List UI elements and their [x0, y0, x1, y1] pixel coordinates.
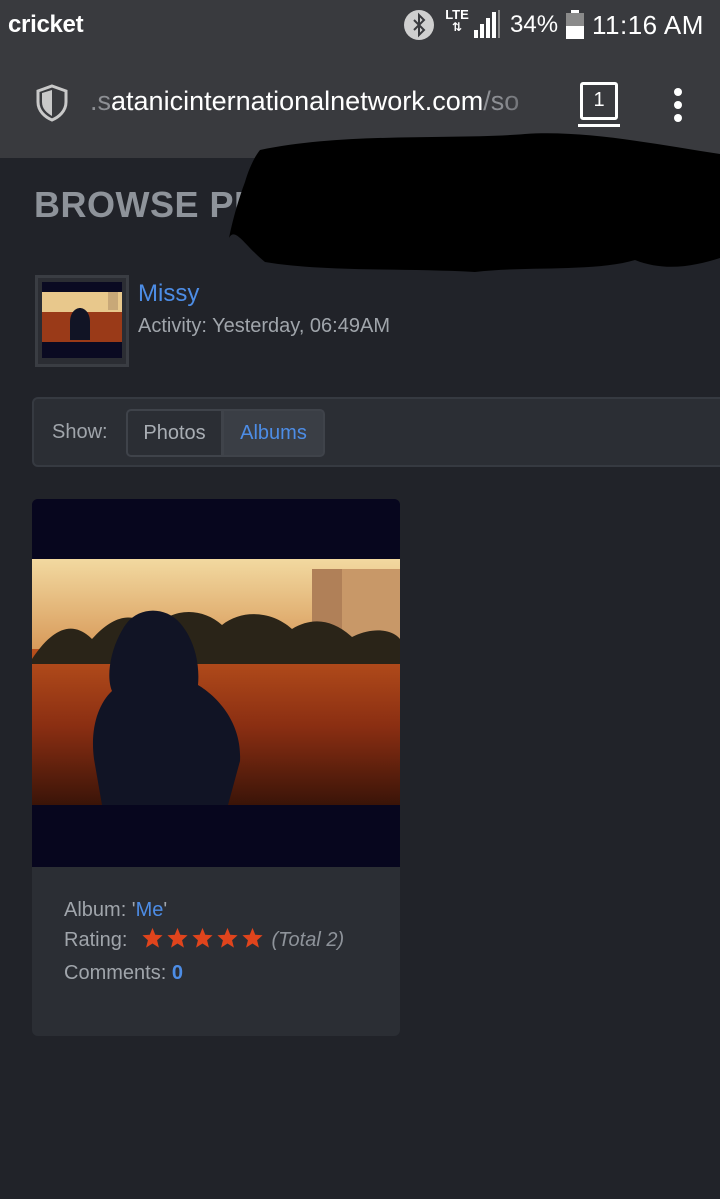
address-bar[interactable]: .satanicinternationalnetwork.com/so: [90, 86, 556, 126]
profile-activity: Activity: Yesterday, 06:49AM: [138, 315, 390, 337]
star-icon: [167, 927, 188, 948]
comments-label: Comments:: [64, 962, 167, 984]
overflow-menu-icon[interactable]: [672, 88, 684, 124]
filter-albums-button[interactable]: Albums: [222, 409, 325, 457]
profile-avatar[interactable]: [35, 275, 129, 367]
album-details: Album: 'Me' Rating: (Total 2) Comments: …: [64, 895, 364, 988]
url-fade: [500, 82, 558, 130]
album-comments-line: Comments: 0: [64, 958, 364, 988]
rating-stars: [141, 927, 266, 958]
url-prefix: .s: [90, 86, 112, 116]
page-title: BROWSE PI: [34, 184, 245, 225]
star-icon: [192, 927, 213, 948]
redaction-scribble: [229, 133, 720, 272]
star-icon: [142, 927, 163, 948]
star-icon: [217, 927, 238, 948]
tab-switcher-button[interactable]: 1: [580, 82, 618, 120]
avatar-image: [42, 282, 122, 358]
show-filter-bar: Show: Photos Albums: [32, 397, 720, 467]
show-label: Show:: [52, 421, 108, 443]
bluetooth-icon: [404, 10, 434, 40]
album-cover-image[interactable]: [32, 499, 400, 867]
album-rating-line: Rating: (Total 2): [64, 925, 364, 958]
shield-icon[interactable]: [35, 84, 69, 122]
clock: 11:16 AM: [592, 10, 704, 40]
battery-icon: [566, 10, 584, 39]
carrier-name: cricket: [8, 11, 84, 38]
url-domain: atanicinternationalnetwork.com: [111, 86, 484, 116]
signal-icon: [474, 10, 500, 38]
album-card[interactable]: Album: 'Me' Rating: (Total 2) Comments: …: [32, 499, 400, 1036]
album-quote-close: ': [163, 899, 168, 921]
star-icon: [242, 927, 263, 948]
album-label: Album: ': [64, 899, 136, 921]
profile-name-link[interactable]: Missy: [138, 280, 199, 308]
rating-label: Rating:: [64, 929, 128, 951]
rating-total: (Total 2): [271, 929, 345, 951]
status-bar: cricket LTE ⇅ 34% 11:16 AM: [0, 0, 720, 52]
album-title-line: Album: 'Me': [64, 895, 364, 925]
lte-icon: LTE ⇅: [443, 8, 471, 33]
filter-photos-button[interactable]: Photos: [126, 409, 223, 457]
album-name-link[interactable]: Me: [136, 899, 164, 921]
battery-percentage: 34%: [510, 11, 559, 38]
comments-count-link[interactable]: 0: [172, 962, 183, 984]
